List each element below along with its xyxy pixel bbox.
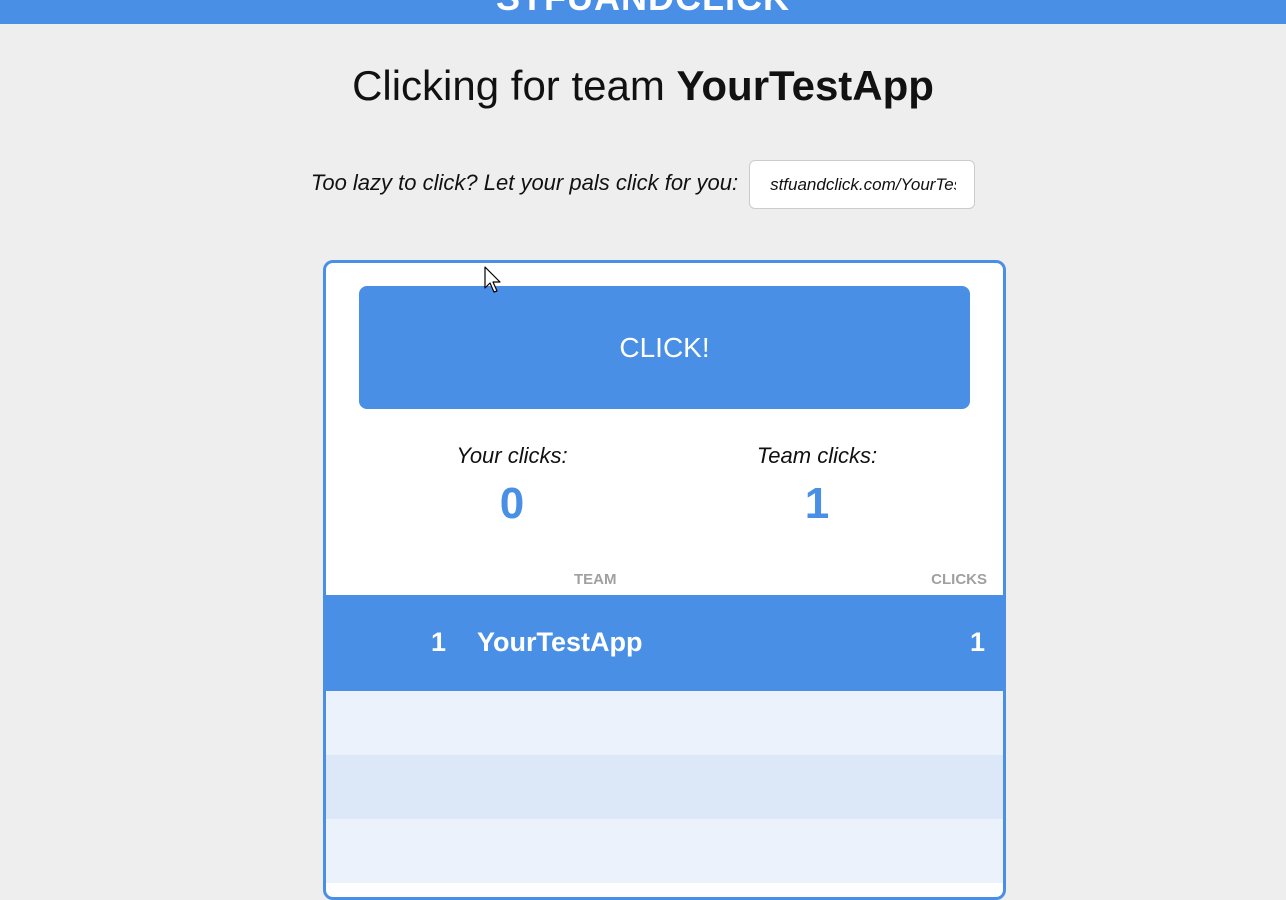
column-header-clicks: CLICKS	[931, 571, 987, 588]
page-title: Clicking for team YourTestApp	[0, 62, 1286, 110]
row-clicks: 1	[969, 627, 985, 657]
top-bar: STFUANDCLICK	[0, 0, 1286, 24]
empty-table-row	[326, 755, 1003, 819]
click-panel: CLICK! Your clicks: 0 Team clicks: 1 TEA…	[323, 260, 1006, 900]
team-clicks-stat: Team clicks: 1	[697, 442, 937, 530]
empty-table-row	[326, 819, 1003, 883]
share-url-field[interactable]	[749, 160, 976, 209]
click-button[interactable]: CLICK!	[359, 286, 970, 409]
page-title-team-name: YourTestApp	[676, 62, 934, 109]
table-row: 1 YourTestApp 1	[326, 595, 1003, 691]
your-clicks-label: Your clicks:	[456, 443, 568, 468]
site-logo[interactable]: STFUANDCLICK	[0, 0, 1286, 18]
your-clicks-value: 0	[499, 479, 525, 528]
leaderboard-header: TEAM CLICKS	[326, 571, 1003, 591]
share-row: Too lazy to click? Let your pals click f…	[0, 159, 1286, 210]
row-team-name: YourTestApp	[477, 627, 643, 657]
share-label: Too lazy to click? Let your pals click f…	[310, 169, 739, 195]
team-clicks-label: Team clicks:	[756, 443, 878, 468]
mouse-cursor-icon	[484, 266, 501, 293]
page-title-prefix: Clicking for team	[352, 62, 665, 109]
team-clicks-value: 1	[804, 479, 830, 528]
column-header-team: TEAM	[574, 571, 617, 588]
empty-table-row	[326, 691, 1003, 755]
your-clicks-stat: Your clicks: 0	[392, 442, 632, 530]
row-rank: 1	[430, 627, 446, 657]
